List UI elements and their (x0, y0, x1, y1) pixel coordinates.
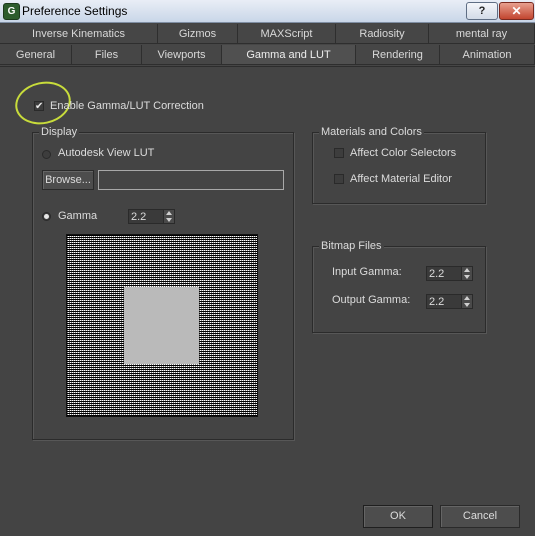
spinner-down-icon[interactable] (464, 303, 470, 307)
tab-row-2: General Files Viewports Gamma and LUT Re… (0, 45, 535, 66)
input-gamma-spinner-arrows[interactable] (461, 267, 472, 280)
gamma-label: Gamma (58, 210, 98, 222)
gamma-spinner-arrows[interactable] (163, 210, 174, 223)
autodesk-lut-radio[interactable] (42, 150, 51, 159)
tab-maxscript[interactable]: MAXScript (238, 24, 336, 44)
affect-color-selectors-label: Affect Color Selectors (350, 147, 457, 159)
tab-inverse-kinematics[interactable]: Inverse Kinematics (0, 24, 158, 44)
output-gamma-spinner-arrows[interactable] (461, 295, 472, 308)
window-title: Preference Settings (22, 4, 128, 18)
spinner-up-icon[interactable] (464, 268, 470, 272)
bitmap-files-group: Bitmap Files (312, 240, 486, 333)
materials-group: Materials and Colors (312, 126, 486, 204)
materials-group-title: Materials and Colors (319, 126, 424, 138)
gamma-value[interactable]: 2.2 (131, 211, 146, 223)
tab-general[interactable]: General (0, 45, 72, 65)
gamma-radio[interactable] (42, 212, 51, 221)
tab-animation[interactable]: Animation (440, 45, 535, 65)
input-gamma-label: Input Gamma: (332, 266, 402, 278)
cancel-button[interactable]: Cancel (440, 505, 520, 528)
spinner-up-icon[interactable] (166, 211, 172, 215)
tab-gamma-and-lut[interactable]: Gamma and LUT (222, 45, 356, 65)
autodesk-lut-label: Autodesk View LUT (58, 147, 155, 159)
output-gamma-label: Output Gamma: (332, 294, 411, 306)
lut-path-field[interactable] (98, 170, 284, 190)
spinner-down-icon[interactable] (166, 218, 172, 222)
output-gamma-value[interactable]: 2.2 (429, 296, 444, 308)
ok-button[interactable]: OK (363, 505, 433, 528)
close-button[interactable]: ✕ (499, 2, 534, 20)
display-group-title: Display (39, 126, 80, 138)
tab-gizmos[interactable]: Gizmos (158, 24, 238, 44)
gamma-spinner[interactable]: 2.2 (128, 209, 175, 224)
help-button[interactable]: ? (466, 2, 498, 20)
enable-gamma-label: Enable Gamma/LUT Correction (50, 100, 204, 112)
bitmap-files-group-title: Bitmap Files (319, 240, 384, 252)
enable-gamma-checkbox[interactable]: ✔ (34, 101, 44, 112)
tab-viewports[interactable]: Viewports (142, 45, 222, 65)
spinner-down-icon[interactable] (464, 275, 470, 279)
output-gamma-spinner[interactable]: 2.2 (426, 294, 473, 309)
app-icon: G (3, 3, 20, 20)
spinner-up-icon[interactable] (464, 296, 470, 300)
input-gamma-spinner[interactable]: 2.2 (426, 266, 473, 281)
affect-material-editor-checkbox[interactable] (334, 174, 344, 184)
tab-files[interactable]: Files (72, 45, 142, 65)
input-gamma-value[interactable]: 2.2 (429, 268, 444, 280)
tab-rendering[interactable]: Rendering (356, 45, 440, 65)
title-bar: G Preference Settings ? ✕ (0, 0, 535, 23)
tab-row-1: Inverse Kinematics Gizmos MAXScript Radi… (0, 24, 535, 45)
tab-radiosity[interactable]: Radiosity (336, 24, 429, 44)
affect-color-selectors-checkbox[interactable] (334, 148, 344, 158)
tab-mental-ray[interactable]: mental ray (429, 24, 535, 44)
tab-divider (0, 66, 535, 67)
affect-material-editor-label: Affect Material Editor (350, 173, 452, 185)
gamma-reference-swatch (124, 287, 199, 364)
browse-button[interactable]: Browse... (42, 170, 94, 190)
